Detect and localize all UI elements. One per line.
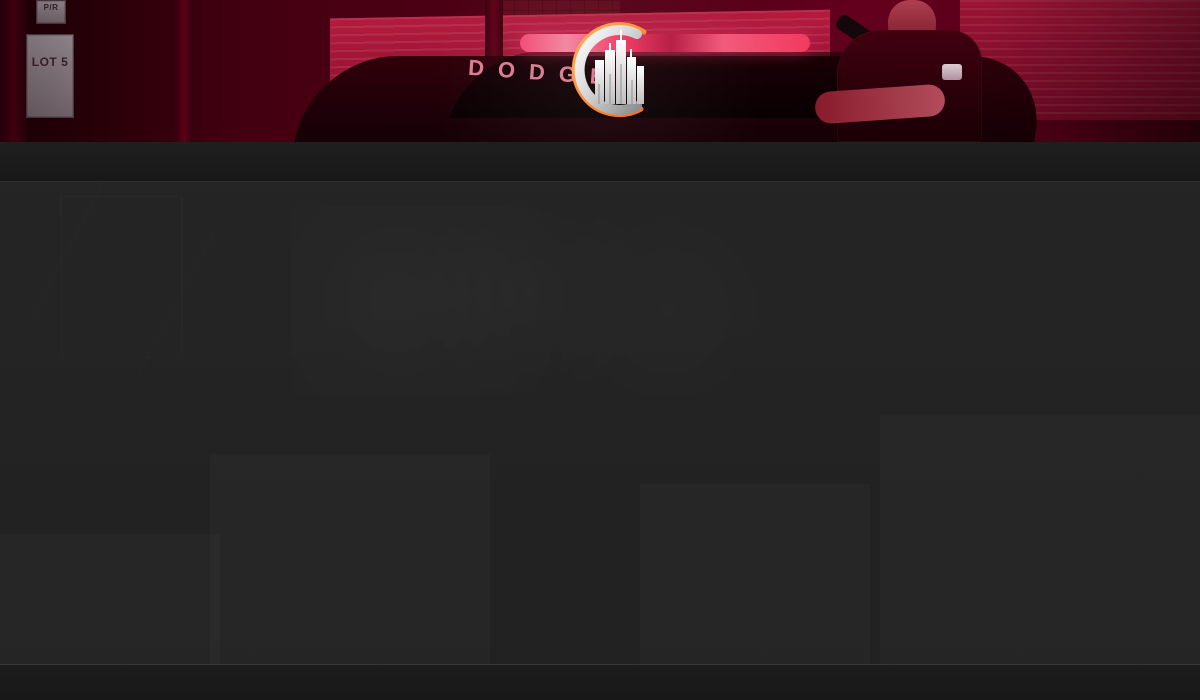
police-officer bbox=[805, 0, 985, 142]
page: P/R LOT 5 DODGE bbox=[0, 0, 1200, 700]
parking-lot-sign-text: LOT 5 bbox=[31, 55, 69, 69]
tower-5 bbox=[637, 66, 644, 104]
small-parking-sign-text: P/R bbox=[43, 3, 59, 12]
door-pillar bbox=[176, 0, 192, 142]
background-gate-shape bbox=[60, 196, 182, 358]
antenna-3 bbox=[630, 49, 632, 57]
hero-banner: P/R LOT 5 DODGE bbox=[0, 0, 1200, 142]
main-content-area bbox=[0, 182, 1200, 664]
parking-lot-sign: LOT 5 bbox=[26, 34, 74, 118]
background-building-left bbox=[0, 534, 220, 664]
footer-bar bbox=[0, 664, 1200, 700]
top-navigation-bar bbox=[0, 142, 1200, 182]
logo-svg bbox=[571, 22, 647, 118]
city-skyline-logo-icon[interactable] bbox=[549, 12, 663, 130]
background-building-right bbox=[880, 414, 1200, 664]
officer-patch bbox=[942, 64, 962, 80]
small-parking-sign: P/R bbox=[36, 0, 66, 24]
background-building-center-left bbox=[210, 454, 490, 664]
background-tree-shape bbox=[290, 206, 830, 396]
antenna-1 bbox=[609, 43, 611, 50]
antenna-2 bbox=[620, 30, 622, 40]
background-building-center-right bbox=[640, 484, 870, 664]
left-pillar bbox=[0, 0, 26, 142]
